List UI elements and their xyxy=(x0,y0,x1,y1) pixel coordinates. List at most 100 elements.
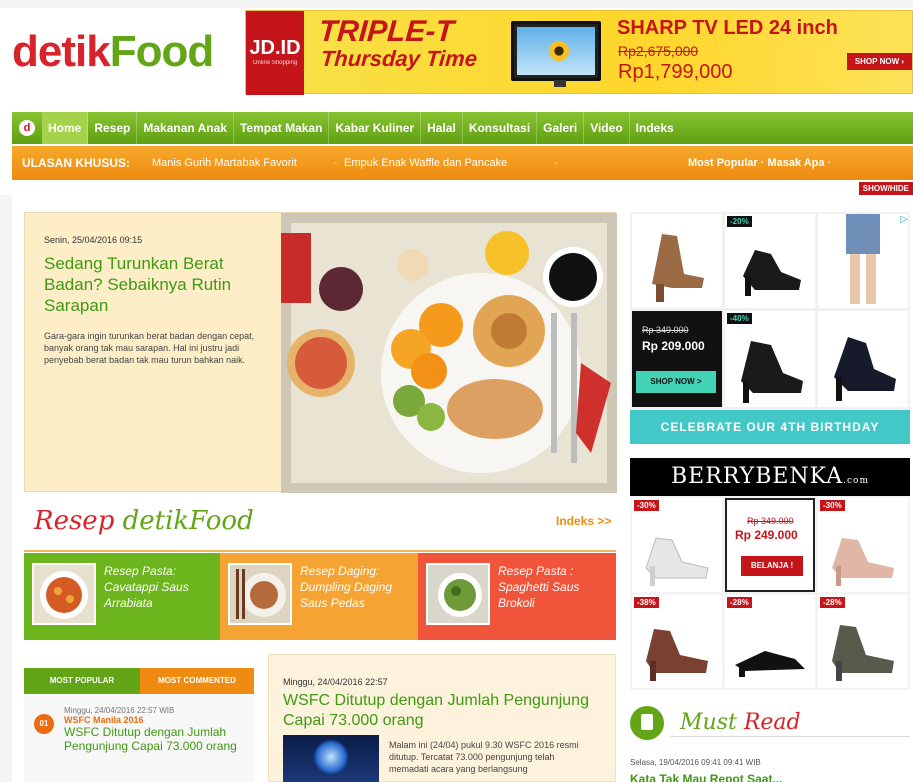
resep-indeks-link[interactable]: Indeks >> xyxy=(556,514,611,528)
nav-item-tempat-makan[interactable]: Tempat Makan xyxy=(234,112,330,144)
ad-shoe-tile[interactable]: -30% xyxy=(632,498,722,592)
article-wsfc[interactable]: Minggu, 24/04/2016 22:57 WSFC Ditutup de… xyxy=(268,654,616,782)
tab-most-commented[interactable]: MOST COMMENTED xyxy=(140,668,254,694)
nav-item-resep[interactable]: Resep xyxy=(88,112,138,144)
banner-old-price: Rp2,675,000 xyxy=(618,43,699,59)
promo-line-2: Thursday Time xyxy=(316,46,478,71)
ad-old-price: Rp 349.000 xyxy=(642,325,689,335)
ulasan-label: ULASAN KHUSUS: xyxy=(22,156,130,170)
show-hide-button[interactable]: SHOW/HIDE xyxy=(858,182,913,195)
must-read-headline[interactable]: Kata Tak Mau Repot Saat... xyxy=(630,772,782,782)
featured-article[interactable]: Senin, 25/04/2016 09:15 Sedang Turunkan … xyxy=(24,212,617,493)
ad-price-tile[interactable]: Rp 349.000 Rp 249.000 BELANJA ! xyxy=(725,498,815,592)
article-date: Minggu, 24/04/2016 22:57 xyxy=(283,677,388,687)
ad-shoe-tile[interactable]: -40% xyxy=(725,311,815,407)
featured-title[interactable]: Sedang Turunkan Berat Badan? Sebaiknya R… xyxy=(44,253,266,316)
resep-title-brand: detikFood xyxy=(122,506,254,536)
nav-item-kabar-kuliner[interactable]: Kabar Kuliner xyxy=(329,112,422,144)
nav-item-makanan-anak[interactable]: Makanan Anak xyxy=(137,112,234,144)
must-read-date: Selasa, 19/04/2016 09:41 09:41 WIB xyxy=(630,758,761,767)
adchoices-icon[interactable]: ▷ xyxy=(900,214,908,225)
ad-new-price: Rp 249.000 xyxy=(735,528,798,542)
berrybenka-logo: BERRYBENKA.com xyxy=(630,458,910,496)
berrybenka-ad[interactable]: BERRYBENKA.com -30% Rp 349.000 Rp 249.00… xyxy=(630,458,910,690)
ulasan-link-martabak[interactable]: Manis Gurih Martabak Favorit xyxy=(152,146,297,180)
resep-section-title: Resep detikFood xyxy=(34,506,254,536)
detik-home-icon[interactable]: d xyxy=(12,112,42,144)
ulasan-separator: · xyxy=(554,157,558,169)
popular-tabs: MOST POPULAR MOST COMMENTED xyxy=(24,668,254,694)
promo-title: TRIPLE-T Thursday Time xyxy=(316,15,480,71)
main-nav: d Home Resep Makanan Anak Tempat Makan K… xyxy=(12,112,913,144)
tv-image xyxy=(511,21,601,87)
ad-shoe-tile[interactable]: -28% xyxy=(725,595,815,688)
resep-divider xyxy=(24,550,616,552)
page-gutter xyxy=(0,195,12,782)
popular-item-kicker: WSFC Manila 2016 xyxy=(64,715,144,725)
ad-shop-now-button[interactable]: SHOP NOW > xyxy=(636,371,716,393)
nav-item-indeks[interactable]: Indeks xyxy=(630,112,680,144)
banner-new-price: Rp1,799,000 xyxy=(618,61,733,83)
ulasan-khusus-bar: ULASAN KHUSUS: Manis Gurih Martabak Favo… xyxy=(12,146,913,180)
ad-shoe-tile[interactable]: -30% xyxy=(818,498,908,592)
banner-shop-now-button[interactable]: SHOP NOW › xyxy=(846,53,912,70)
featured-breakfast-image[interactable] xyxy=(281,213,617,493)
detik-icon-glyph: d xyxy=(19,120,35,136)
belanja-button[interactable]: BELANJA ! xyxy=(741,556,803,576)
ad-old-price: Rp 349.000 xyxy=(747,516,794,526)
article-excerpt: Malam ini (24/04) pukul 9.30 WSFC 2016 r… xyxy=(389,740,579,774)
resep-thumb-spaghetti xyxy=(426,563,490,625)
ad-shoe-tile[interactable] xyxy=(632,214,722,308)
promo-line-1: TRIPLE-T xyxy=(317,15,456,48)
resep-title-word: Resep xyxy=(34,506,115,536)
ad-shoe-tile[interactable]: -38% xyxy=(632,595,722,688)
ulasan-right-links[interactable]: Most Popular · Masak Apa · xyxy=(688,146,831,180)
ulasan-link-waffle[interactable]: Empuk Enak Waffle dan Pancake xyxy=(344,146,507,180)
site-header: detikFood JD.ID Online Shopping TRIPLE-T… xyxy=(0,0,913,104)
resep-card-dumpling[interactable]: Resep Daging: Dumpling Daging Saus Pedas xyxy=(220,553,420,640)
shoe-ad-1[interactable]: -20% Rp 349.000 Rp 209.000 SHOP NOW > -4… xyxy=(630,212,910,444)
nav-item-galeri[interactable]: Galeri xyxy=(537,112,585,144)
rank-badge: 01 xyxy=(34,714,54,734)
must-read-title: Must Read xyxy=(680,710,801,735)
featured-date: Senin, 25/04/2016 09:15 xyxy=(44,235,143,245)
nav-item-video[interactable]: Video xyxy=(584,112,630,144)
tab-most-popular[interactable]: MOST POPULAR xyxy=(24,668,140,694)
brand-name: BERRYBENKA xyxy=(671,464,844,489)
resep-card-title: Resep Pasta : Spaghetti Saus Brokoli xyxy=(498,564,580,610)
brand-suffix: .com xyxy=(843,476,869,486)
ad-shoe-tile[interactable] xyxy=(818,311,908,407)
featured-description: Gara-gara ingin turunkan berat badan den… xyxy=(44,331,255,365)
site-logo[interactable]: detikFood xyxy=(12,22,215,82)
ad-new-price: Rp 209.000 xyxy=(642,339,705,353)
resep-thumb-cavatappi xyxy=(32,563,96,625)
nav-item-konsultasi[interactable]: Konsultasi xyxy=(463,112,538,144)
resep-thumb-dumpling xyxy=(228,563,292,625)
jd-logo-text: JD.ID xyxy=(249,37,301,59)
jd-logo-sub: Online Shopping xyxy=(252,60,298,66)
ad-celebrate-banner[interactable]: CELEBRATE OUR 4TH BIRTHDAY xyxy=(630,410,910,444)
resep-card-cavatappi[interactable]: Resep Pasta: Cavatappi Saus Arrabiata xyxy=(24,553,224,640)
document-icon xyxy=(630,706,664,740)
must-read-section: Must Read Selasa, 19/04/2016 09:41 09:41… xyxy=(630,704,910,782)
nav-item-home[interactable]: Home xyxy=(42,112,89,144)
must-read-divider xyxy=(670,736,910,737)
resep-card-title: Resep Daging: Dumpling Daging Saus Pedas xyxy=(300,564,393,610)
ad-shoe-tile[interactable]: -28% xyxy=(818,595,908,688)
ulasan-separator: · xyxy=(334,157,338,169)
logo-text-food: Food xyxy=(109,27,215,76)
jd-logo: JD.ID Online Shopping xyxy=(246,11,304,95)
ad-price-tile[interactable]: Rp 349.000 Rp 209.000 SHOP NOW > xyxy=(632,311,722,407)
promo-word-thursday: Thursday xyxy=(320,46,421,71)
popular-item-title[interactable]: WSFC Ditutup dengan Jumlah Pengunjung Ca… xyxy=(64,725,246,753)
banner-ad[interactable]: JD.ID Online Shopping TRIPLE-T Thursday … xyxy=(245,10,913,95)
resep-card-spaghetti[interactable]: Resep Pasta : Spaghetti Saus Brokoli xyxy=(418,553,616,640)
ad-model-tile[interactable] xyxy=(818,214,908,308)
article-thumbnail[interactable] xyxy=(283,735,379,782)
popular-item-date: Minggu, 24/04/2016 22:57 WIB xyxy=(64,706,175,715)
ad-shoe-tile[interactable]: -20% xyxy=(725,214,815,308)
nav-item-halal[interactable]: Halal xyxy=(421,112,463,144)
must-read-word-read: Read xyxy=(743,710,801,735)
popular-list-item[interactable]: 01 Minggu, 24/04/2016 22:57 WIB WSFC Man… xyxy=(24,694,254,782)
article-title[interactable]: WSFC Ditutup dengan Jumlah Pengunjung Ca… xyxy=(283,691,603,731)
